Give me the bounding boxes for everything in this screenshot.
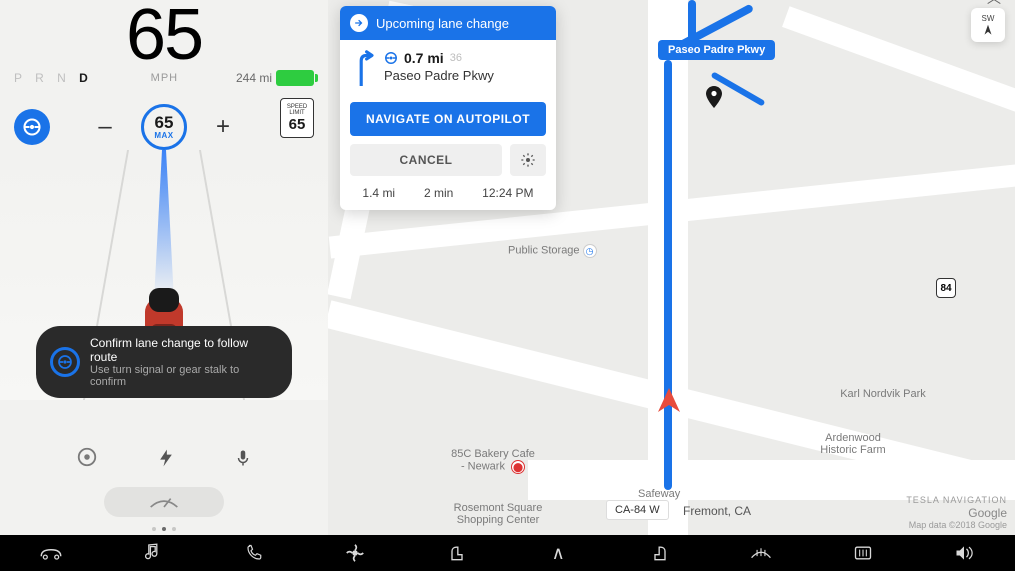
screen: 65 P R N D MPH 244 mi – 65 MAX + SPEED L… (0, 0, 1015, 535)
speed-increase-button[interactable]: + (213, 113, 233, 141)
route-segment (664, 60, 672, 490)
gear-indicator: P R N D (14, 71, 93, 85)
car-controls-button[interactable] (37, 544, 65, 562)
toast-subtitle: Use turn signal or gear stalk to confirm (90, 364, 278, 388)
nav-settings-button[interactable] (510, 144, 546, 176)
nav-trip-meta: 1.4 mi 2 min 12:24 PM (340, 176, 556, 210)
map-legal: Map data ©2018 Google (906, 520, 1007, 531)
steering-wheel-icon (22, 117, 42, 137)
map-attribution: TESLA NAVIGATION Google Map data ©2018 G… (906, 495, 1007, 531)
highway-label: CA-84 W (606, 500, 669, 520)
battery-icon (276, 70, 314, 86)
poi-label: Safeway (638, 488, 680, 500)
gear-n: N (57, 71, 79, 85)
turn-right-icon (352, 50, 374, 86)
road (528, 460, 1015, 500)
set-speed-value: 65 (155, 114, 174, 131)
seat-heater-left-button[interactable] (443, 543, 471, 563)
trip-duration: 2 min (424, 186, 453, 200)
steering-wheel-icon (50, 347, 80, 377)
navigation-card: Upcoming lane change 0.7 mi 36 Paseo Pad… (340, 6, 556, 210)
phone-button[interactable] (240, 543, 268, 563)
poi-label: Ardenwood Historic Farm (808, 432, 898, 456)
set-speed-label: MAX (154, 131, 173, 140)
compass-button[interactable]: SW (971, 8, 1005, 42)
nav-distance-row: 0.7 mi 36 (384, 50, 494, 66)
current-location-icon (658, 388, 680, 412)
cruise-control-row: – 65 MAX + (0, 104, 328, 150)
compass-heading: SW (982, 14, 995, 23)
lane-change-toast: Confirm lane change to follow route Use … (36, 326, 292, 398)
tesla-nav-label: TESLA NAVIGATION (906, 495, 1007, 506)
status-row: P R N D MPH 244 mi (0, 70, 328, 86)
current-speed: 65 (0, 0, 328, 76)
google-logo: Google (906, 506, 1007, 520)
map-view[interactable]: Paseo Padre Pkwy 84 CA-84 W Fremont, CA … (328, 0, 1015, 535)
set-speed-indicator[interactable]: 65 MAX (141, 104, 187, 150)
speed-unit: MPH (151, 72, 178, 84)
nav-banner-text: Upcoming lane change (376, 16, 509, 31)
nav-banner: Upcoming lane change (340, 6, 556, 40)
range-group: 244 mi (236, 70, 314, 86)
highway-shield: 84 (936, 278, 956, 298)
city-label: Fremont, CA (683, 504, 751, 518)
speed-decrease-button[interactable]: – (95, 113, 115, 141)
toast-title: Confirm lane change to follow route (90, 336, 278, 364)
gear-icon (520, 152, 536, 168)
arrow-circle-icon (350, 14, 368, 32)
gear-p: P (14, 71, 35, 85)
volume-button[interactable] (950, 544, 978, 562)
poi-dot-icon: ◷ (583, 244, 597, 258)
speed-limit-value: 65 (289, 116, 306, 133)
page-dots[interactable] (152, 527, 176, 531)
seat-heater-right-button[interactable] (646, 543, 674, 563)
wiper-icon (147, 492, 181, 512)
navigate-on-autopilot-button[interactable]: NAVIGATE ON AUTOPILOT (350, 102, 546, 136)
gear-d: D (79, 71, 93, 85)
bottom-bar: ∧ (0, 535, 1015, 571)
poi-dot-icon: ⬤ (511, 460, 525, 474)
nav-distance: 0.7 mi (404, 50, 444, 66)
gear-r: R (35, 71, 57, 85)
nav-road-name: Paseo Padre Pkwy (384, 68, 494, 83)
charging-button[interactable] (156, 446, 176, 475)
speed-limit-sign: SPEED LIMIT 65 (280, 98, 314, 138)
voice-button[interactable] (234, 446, 252, 475)
wiper-button[interactable] (104, 487, 224, 517)
speed-limit-label: SPEED LIMIT (281, 104, 313, 116)
autopilot-badge[interactable] (14, 109, 50, 145)
road-label-pill: Paseo Padre Pkwy (658, 40, 775, 60)
steering-wheel-icon (384, 51, 398, 65)
driver-cluster: 65 P R N D MPH 244 mi – 65 MAX + SPEED L… (0, 0, 328, 535)
climate-button[interactable] (341, 542, 369, 564)
poi-label: Rosemont Square Shopping Center (438, 502, 558, 526)
apps-button[interactable]: ∧ (544, 543, 572, 564)
front-defrost-button[interactable] (747, 544, 775, 562)
range-value: 244 mi (236, 71, 272, 85)
toast-text: Confirm lane change to follow route Use … (90, 336, 278, 388)
compass-arrow-icon (981, 23, 995, 37)
nav-exit-number: 36 (450, 52, 462, 64)
poi-label: Karl Nordvik Park (838, 388, 928, 400)
destination-pin-icon (706, 86, 722, 108)
poi-label: 85C Bakery Cafe - Newark ⬤ (448, 448, 538, 474)
trip-distance: 1.4 mi (362, 186, 395, 200)
poi-label: Public Storage◷ (508, 244, 597, 258)
quick-controls (0, 446, 328, 475)
chevron-up-icon[interactable]: ︿ (987, 0, 1001, 8)
music-button[interactable] (138, 543, 166, 563)
dashcam-button[interactable] (76, 446, 98, 475)
rear-defrost-button[interactable] (849, 544, 877, 562)
trip-eta: 12:24 PM (482, 186, 533, 200)
nav-instruction: 0.7 mi 36 Paseo Padre Pkwy (340, 40, 556, 96)
cancel-button[interactable]: CANCEL (350, 144, 502, 176)
